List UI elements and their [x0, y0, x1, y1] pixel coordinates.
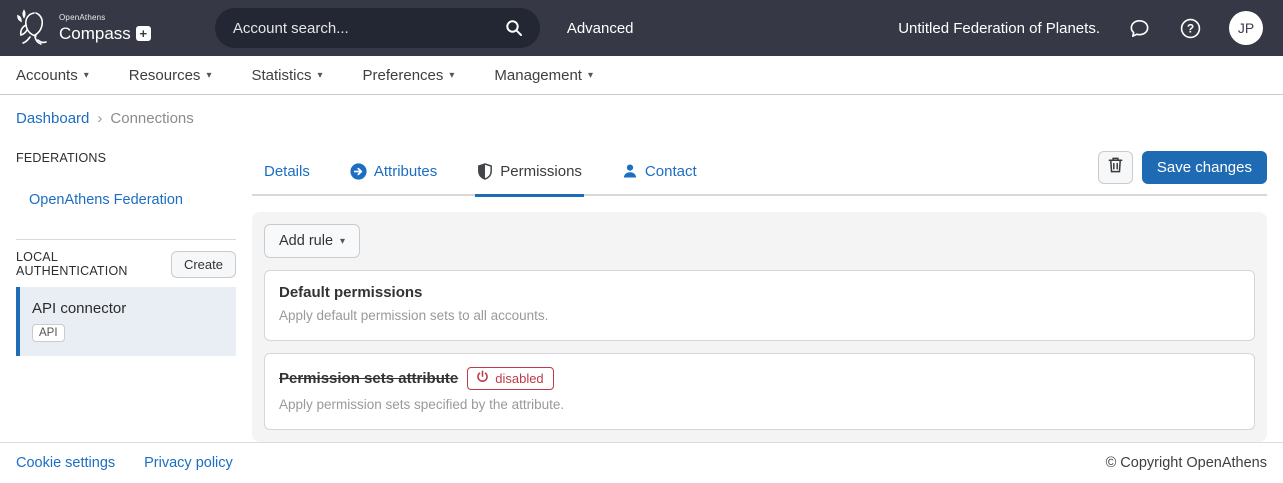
- rule-title: Permission sets attribute: [279, 370, 458, 387]
- disabled-status-badge: disabled: [467, 367, 553, 390]
- svg-text:?: ?: [1186, 21, 1193, 35]
- nav-item-accounts[interactable]: Accounts ▾: [16, 67, 89, 84]
- person-icon: [622, 163, 638, 179]
- local-authentication-heading: LOCAL AUTHENTICATION: [16, 250, 171, 278]
- trash-icon: [1107, 156, 1124, 179]
- breadcrumb: Dashboard › Connections: [0, 95, 1283, 141]
- page-footer: Cookie settings Privacy policy © Copyrig…: [0, 442, 1283, 483]
- rule-card-default-permissions[interactable]: Default permissions Apply default permis…: [264, 270, 1255, 341]
- openathens-owl-icon: [14, 7, 52, 49]
- chevron-down-icon: ▾: [206, 70, 211, 81]
- tab-actions: Save changes: [1098, 151, 1267, 194]
- organisation-name: Untitled Federation of Planets.: [898, 20, 1100, 37]
- cookie-settings-link[interactable]: Cookie settings: [16, 455, 115, 471]
- top-header: OpenAthens Compass + Advanced Untitled F…: [0, 0, 1283, 56]
- logo-brand-top: OpenAthens: [59, 14, 151, 22]
- tab-details[interactable]: Details: [262, 155, 312, 197]
- add-rule-button[interactable]: Add rule ▾: [264, 224, 360, 258]
- tab-contact[interactable]: Contact: [620, 155, 699, 197]
- compass-plus-icon: +: [136, 26, 151, 41]
- chevron-down-icon: ▾: [84, 70, 89, 81]
- account-search-box[interactable]: [215, 8, 540, 48]
- chevron-down-icon: ▾: [449, 70, 454, 81]
- header-right-group: Untitled Federation of Planets. ? JP: [898, 11, 1263, 45]
- account-search-input[interactable]: [233, 20, 502, 37]
- tab-bar: Details Attributes: [252, 151, 1267, 196]
- help-icon[interactable]: ?: [1178, 16, 1202, 40]
- federations-heading: FEDERATIONS: [16, 151, 236, 165]
- user-avatar[interactable]: JP: [1229, 11, 1263, 45]
- breadcrumb-dashboard-link[interactable]: Dashboard: [16, 110, 89, 127]
- shield-icon: [477, 163, 493, 180]
- rule-description: Apply default permission sets to all acc…: [279, 308, 1240, 323]
- save-changes-button[interactable]: Save changes: [1142, 151, 1267, 184]
- tab-attributes[interactable]: Attributes: [348, 155, 439, 197]
- main-nav: Accounts ▾ Resources ▾ Statistics ▾ Pref…: [0, 56, 1283, 95]
- connections-sidebar: FEDERATIONS OpenAthens Federation LOCAL …: [16, 151, 236, 442]
- rule-title: Default permissions: [279, 284, 422, 301]
- nav-item-statistics[interactable]: Statistics ▾: [251, 67, 322, 84]
- rule-card-permission-sets-attribute[interactable]: Permission sets attribute disabled Apply…: [264, 353, 1255, 430]
- advanced-search-link[interactable]: Advanced: [567, 20, 634, 37]
- connection-detail-main: Details Attributes: [252, 151, 1267, 442]
- logo-text: OpenAthens Compass +: [59, 14, 151, 42]
- connection-title: API connector: [32, 300, 224, 317]
- copyright-text: © Copyright OpenAthens: [1106, 455, 1267, 471]
- sidebar-divider: [16, 239, 236, 240]
- search-icon[interactable]: [502, 16, 526, 40]
- arrow-right-circle-icon: [350, 163, 367, 180]
- sidebar-item-api-connector[interactable]: API connector API: [16, 287, 236, 356]
- chevron-down-icon: ▾: [340, 236, 345, 247]
- permissions-panel: Add rule ▾ Default permissions Apply def…: [252, 212, 1267, 442]
- chevron-down-icon: ▾: [317, 70, 322, 81]
- tab-permissions[interactable]: Permissions: [475, 155, 584, 197]
- logo-brand-bottom: Compass: [59, 25, 131, 42]
- breadcrumb-current: Connections: [110, 110, 193, 127]
- chevron-down-icon: ▾: [588, 70, 593, 81]
- nav-item-resources[interactable]: Resources ▾: [129, 67, 212, 84]
- power-icon: [476, 370, 489, 386]
- privacy-policy-link[interactable]: Privacy policy: [144, 455, 233, 471]
- feedback-chat-icon[interactable]: [1127, 16, 1151, 40]
- openathens-compass-logo[interactable]: OpenAthens Compass +: [14, 7, 151, 49]
- nav-item-preferences[interactable]: Preferences ▾: [363, 67, 455, 84]
- connection-type-badge: API: [32, 324, 65, 342]
- breadcrumb-separator-icon: ›: [97, 110, 102, 127]
- rule-description: Apply permission sets specified by the a…: [279, 397, 1240, 412]
- create-connection-button[interactable]: Create: [171, 251, 236, 278]
- nav-item-management[interactable]: Management ▾: [494, 67, 593, 84]
- page-content: FEDERATIONS OpenAthens Federation LOCAL …: [0, 141, 1283, 442]
- sidebar-item-openathens-federation[interactable]: OpenAthens Federation: [29, 192, 236, 208]
- delete-connection-button[interactable]: [1098, 151, 1133, 184]
